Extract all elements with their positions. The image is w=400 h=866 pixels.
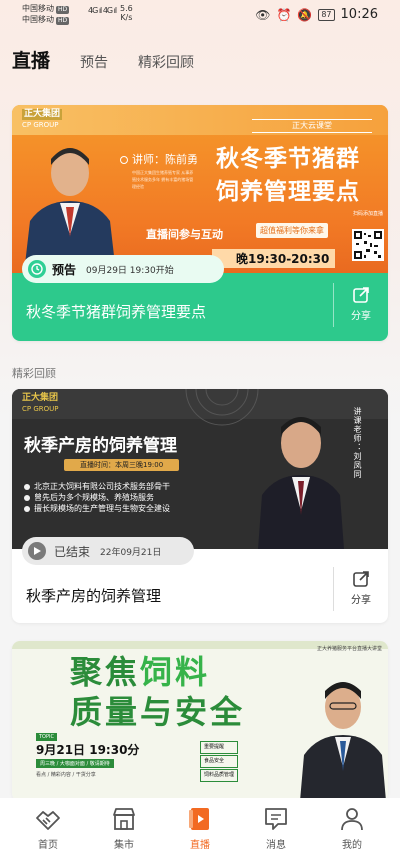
mute-icon: 🔕	[297, 7, 313, 22]
replay-card[interactable]: 正大集团 CP GROUP 秋季产房的饲养管理 直播时间：本周三晚19:00 北京…	[12, 389, 388, 623]
preview-start-time: 09月29日 19:30开始	[86, 265, 174, 276]
speaker-photo	[300, 682, 386, 801]
topic-tag: TOPIC	[36, 733, 57, 741]
share-button[interactable]: 分享	[334, 569, 388, 606]
topic-tag-item: 食品安全	[200, 755, 239, 768]
banner-subline-2: 看点 / 精彩内容 / 干货分享	[36, 772, 96, 778]
bullet-item: 北京正大饲料有限公司技术服务部骨干	[24, 481, 170, 492]
carrier-1: 中国移动 HD	[22, 4, 70, 14]
teacher-photo	[258, 417, 344, 549]
ended-label: 已结束	[54, 544, 91, 559]
share-icon	[353, 287, 369, 303]
user-icon	[341, 808, 363, 831]
qr-code-icon	[352, 229, 384, 261]
nav-messages[interactable]: 消息	[246, 804, 306, 866]
brand-label: 正大养猪服务平台直播大讲堂	[316, 646, 382, 652]
message-icon	[265, 808, 287, 830]
replay-card-2[interactable]: 正大养猪服务平台直播大讲堂 聚焦饲料 质量与安全 TOPIC 9月21日 19:…	[12, 641, 388, 801]
banner-title: 秋冬季节猪群 饲养管理要点	[216, 146, 360, 205]
store-icon	[113, 808, 135, 830]
share-icon	[353, 571, 369, 587]
replay-banner[interactable]: 正大集团 CP GROUP 秋季产房的饲养管理 直播时间：本周三晚19:00 北京…	[12, 389, 388, 549]
welfare-badge: 超值福利等你来拿	[256, 223, 328, 238]
bullet-item: 曾先后为多个规模场、养殖场服务	[24, 492, 170, 503]
live-banner-1[interactable]: 正大集团 CP GROUP 讲师：陈前勇 中国正大集团生猪养殖专家 从事养殖技术服…	[12, 105, 388, 273]
bottom-nav: 首页 集市 直播 消息 我的	[0, 798, 400, 866]
ended-date: 22年09月21日	[100, 547, 162, 558]
status-bar: 中国移动 HD 中国移动 HD 4G ıl 4G ıl 5.6 K/s 👁 ⏰ 🔕 8…	[0, 0, 400, 30]
bullet-list: 北京正大饲料有限公司技术服务部骨干 曾先后为多个规模场、养殖场服务 擅长规模场的…	[24, 481, 170, 514]
section-label-highlights: 精彩回顾	[12, 367, 56, 380]
brand-label: 正大云课堂	[252, 119, 372, 133]
clock-time: 10:26	[340, 7, 378, 22]
ended-status-pill: 已结束 22年09月21日	[22, 537, 194, 565]
live-time-label: 直播时间：本周三晚19:00	[64, 459, 180, 471]
banner-title: 秋季产房的饲养管理	[24, 436, 177, 456]
carrier-2: 中国移动 HD	[22, 15, 70, 25]
nav-live[interactable]: 直播	[170, 804, 230, 866]
clock-icon	[28, 260, 46, 278]
battery-icon: 87	[318, 8, 335, 21]
cp-group-logo: 正大集团 CP GROUP	[22, 393, 59, 413]
live-interaction-text: 直播间参与互动	[146, 228, 223, 241]
tab-live[interactable]: 直播	[12, 46, 50, 73]
banner-title-line2: 质量与安全	[70, 693, 246, 731]
tab-preview[interactable]: 预告	[80, 52, 108, 72]
live-icon	[189, 808, 209, 830]
preview-label: 预告	[52, 262, 77, 277]
share-button[interactable]: 分享	[334, 285, 388, 322]
top-tabs: 直播 预告 精彩回顾	[12, 46, 224, 73]
replay-banner-2[interactable]: 正大养猪服务平台直播大讲堂 聚焦饲料 质量与安全 TOPIC 9月21日 19:…	[12, 641, 388, 801]
banner-subline: 周三晚 / 大咖面对面 / 敬请期待	[36, 759, 114, 768]
live-title[interactable]: 秋冬季节猪群饲养管理要点	[26, 301, 206, 322]
handshake-icon	[36, 811, 60, 830]
eye-icon: 👁	[255, 7, 271, 22]
cp-group-logo: 正大集团 CP GROUP	[22, 109, 63, 129]
nav-home[interactable]: 首页	[18, 804, 78, 866]
tab-highlights[interactable]: 精彩回顾	[138, 52, 194, 72]
play-icon	[28, 542, 46, 560]
replay-title[interactable]: 秋季产房的饲养管理	[26, 585, 161, 606]
live-card-preview[interactable]: 正大集团 CP GROUP 讲师：陈前勇 中国正大集团生猪养殖专家 从事养殖技术服…	[12, 105, 388, 341]
teacher-label: 讲课老师：刘凤同	[353, 407, 362, 479]
banner-date: 9月21日 19:30分	[36, 743, 140, 757]
preview-status-pill: 预告 09月29日 19:30开始	[22, 255, 224, 283]
nav-profile[interactable]: 我的	[322, 804, 382, 866]
alarm-icon: ⏰	[276, 7, 292, 22]
live-timeline: 晚19:30-20:30	[212, 249, 336, 268]
nav-market[interactable]: 集市	[94, 804, 154, 866]
bullet-item: 擅长规模场的生产管理与生物安全建设	[24, 503, 170, 514]
topic-tag-item: 饲料品质管理	[200, 769, 239, 782]
topic-tag-item: 重要提醒	[200, 741, 239, 754]
lecturer-desc: 中国正大集团生猪养殖专家 从事养殖技术服务多年 拥有丰富的猪场管理经验	[132, 170, 194, 189]
lecturer-name: 讲师：陈前勇	[120, 151, 198, 167]
topic-tags: 重要提醒 食品安全 饲料品质管理	[200, 741, 239, 783]
signal-icon: 4G ıl 4G ıl	[88, 6, 117, 15]
qr-label: 扫码添加直播	[352, 211, 383, 217]
network-speed: 5.6 K/s	[120, 4, 133, 22]
lecturer-photo	[24, 148, 116, 273]
